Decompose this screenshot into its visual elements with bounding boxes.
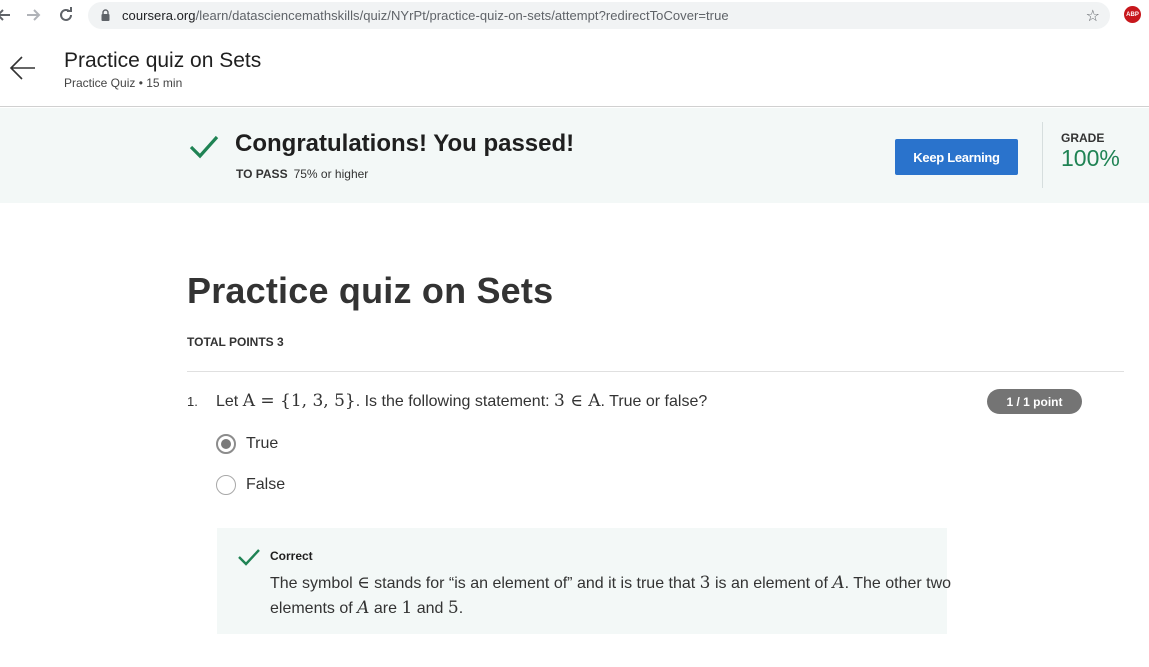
url-text: coursera.org/learn/datasciencemathskills… — [122, 8, 729, 23]
feedback-label: Correct — [270, 549, 313, 563]
grade-value: 100% — [1061, 145, 1120, 171]
url-domain: coursera.org — [122, 8, 196, 23]
question-text-suffix: . True or false? — [600, 393, 708, 410]
question-text-middle: . Is the following statement: — [355, 393, 555, 410]
forward-nav-icon[interactable] — [23, 4, 45, 26]
to-pass-label: TO PASS — [236, 167, 288, 181]
feedback-text-part: and — [412, 600, 448, 617]
points-badge: 1 / 1 point — [987, 389, 1082, 414]
feedback-math: 1 — [401, 598, 413, 618]
back-arrow-icon[interactable] — [9, 55, 37, 81]
header-subtitle: Practice Quiz • 15 min — [64, 76, 183, 90]
page-title: Practice quiz on Sets — [187, 270, 554, 311]
grade-divider — [1042, 122, 1043, 188]
question-math-statement: 3 ∈ A — [554, 391, 601, 411]
feedback-math: A — [832, 573, 845, 593]
browser-toolbar: coursera.org/learn/datasciencemathskills… — [0, 0, 1149, 31]
feedback-math: 5 — [447, 598, 459, 618]
feedback-text-part: are — [369, 600, 402, 617]
pass-banner: Congratulations! You passed! TO PASS 75% … — [0, 108, 1149, 203]
question-math-set: A = {1, 3, 5} — [242, 391, 356, 411]
address-bar[interactable]: coursera.org/learn/datasciencemathskills… — [88, 2, 1110, 29]
feedback-math: ∈ — [357, 573, 370, 593]
feedback-math: 3 — [699, 573, 711, 593]
section-divider — [187, 371, 1124, 372]
lock-icon — [101, 9, 110, 21]
feedback-text-part: elements of — [270, 600, 358, 617]
bookmark-star-icon[interactable]: ☆ — [1086, 6, 1100, 26]
feedback-box: Correct The symbol ∈ stands for “is an e… — [217, 528, 951, 634]
back-nav-icon[interactable] — [0, 4, 14, 26]
feedback-math: A — [357, 598, 370, 618]
to-pass-value: 75% or higher — [293, 167, 369, 181]
adblock-extension-icon[interactable]: ABP — [1124, 6, 1141, 23]
to-pass-requirement: TO PASS 75% or higher — [236, 167, 368, 181]
feedback-text-part: The symbol — [270, 575, 358, 592]
header-title: Practice quiz on Sets — [64, 49, 262, 72]
reload-icon[interactable] — [55, 4, 77, 26]
radio-empty-icon[interactable] — [216, 475, 236, 495]
feedback-text-part: . — [458, 600, 464, 617]
option-label: False — [246, 476, 286, 493]
feedback-text-part: . The other two — [844, 575, 952, 592]
quiz-header: Practice quiz on Sets Practice Quiz • 15… — [0, 31, 1149, 107]
keep-learning-button[interactable]: Keep Learning — [895, 139, 1018, 175]
feedback-text: The symbol ∈ stands for “is an element o… — [270, 571, 1000, 621]
checkmark-icon — [189, 135, 219, 159]
question-number: 1. — [187, 394, 198, 409]
pass-title: Congratulations! You passed! — [235, 130, 575, 157]
grade-label: GRADE — [1061, 131, 1105, 145]
option-true[interactable]: True — [216, 433, 278, 455]
correct-checkmark-icon — [238, 549, 260, 566]
question-text: Let A = {1, 3, 5}. Is the following stat… — [216, 391, 707, 411]
option-label: True — [246, 435, 279, 452]
url-path: /learn/datasciencemathskills/quiz/NYrPt/… — [195, 8, 729, 23]
radio-selected-icon[interactable] — [216, 434, 236, 454]
feedback-text-part: is an element of — [710, 575, 833, 592]
feedback-text-part: stands for “is an element of” and it is … — [369, 575, 700, 592]
option-false[interactable]: False — [216, 474, 285, 496]
total-points: TOTAL POINTS 3 — [187, 335, 284, 349]
question-text-prefix: Let — [216, 393, 243, 410]
